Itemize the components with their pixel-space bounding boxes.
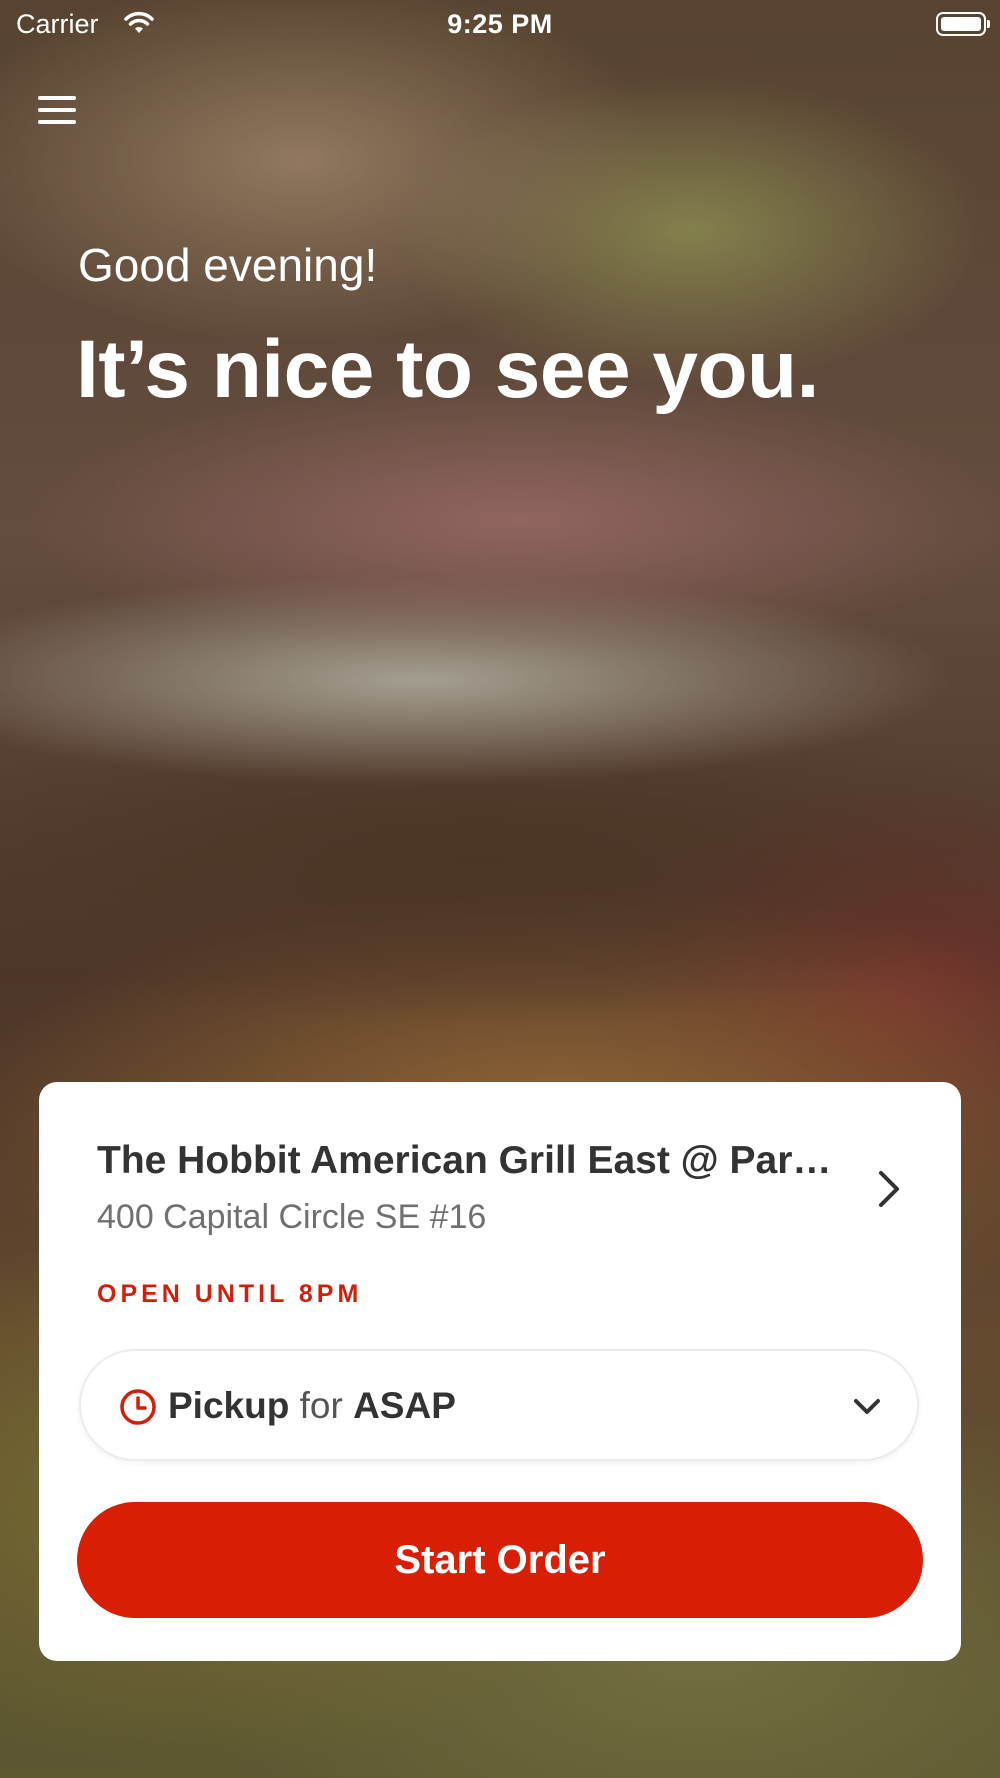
hamburger-icon-line (38, 108, 76, 112)
store-card: The Hobbit American Grill East @ Park...… (39, 1082, 961, 1661)
status-bar: Carrier 9:25 PM (0, 0, 1000, 50)
chevron-right-icon[interactable] (869, 1169, 909, 1209)
order-connector: for (299, 1385, 343, 1426)
store-name[interactable]: The Hobbit American Grill East @ Park... (97, 1139, 837, 1183)
clock-time: 9:25 PM (447, 9, 553, 39)
store-address: 400 Capital Circle SE #16 (97, 1198, 487, 1236)
greeting-text: Good evening! (78, 239, 378, 291)
menu-button[interactable] (38, 92, 78, 132)
pickup-time-selector[interactable]: Pickup for ASAP (79, 1349, 919, 1461)
hamburger-icon-line (38, 120, 76, 124)
hamburger-icon-line (38, 96, 76, 100)
battery-icon (936, 12, 990, 36)
headline-text: It’s nice to see you. (76, 324, 819, 415)
clock-icon (119, 1388, 157, 1426)
store-status: OPEN UNTIL 8PM (97, 1280, 363, 1308)
chevron-down-icon (851, 1391, 883, 1423)
order-mode: Pickup (168, 1385, 290, 1426)
start-order-button[interactable]: Start Order (77, 1502, 923, 1618)
order-time: ASAP (353, 1385, 456, 1426)
pickup-label: Pickup for ASAP (168, 1385, 456, 1427)
